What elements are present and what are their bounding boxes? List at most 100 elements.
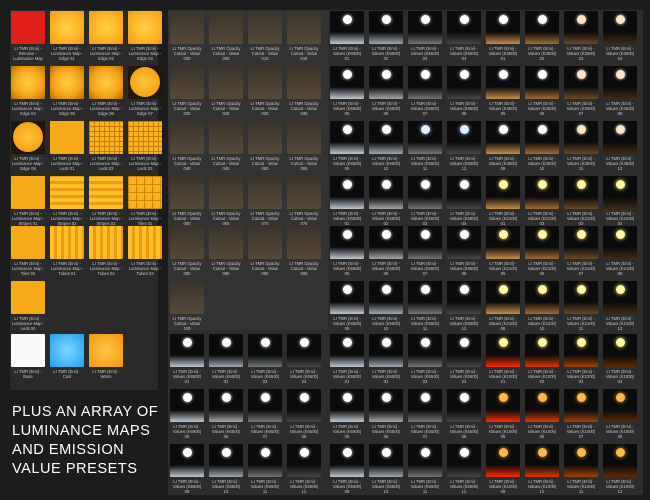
emission-value-preset[interactable]: LI TMR (Emi) - Values (K5500) 08 bbox=[447, 389, 481, 439]
emission-value-preset[interactable]: LI TMR (Emi) - Values (K6500) 05 bbox=[330, 66, 364, 116]
emission-value-preset[interactable]: LI TMR (Emi) - Values (K5500) 11 bbox=[408, 121, 442, 171]
emission-value-preset[interactable]: LI TMR (Emi) - Values (K5500) 05 bbox=[330, 226, 364, 276]
opacity-preset[interactable]: LI TMR Opacity Cutout - Value 095 bbox=[287, 226, 321, 276]
opacity-preset[interactable]: LI TMR Opacity Cutout - Value 045 bbox=[209, 121, 243, 171]
luminance-preset[interactable]: LI TMR (Emi) - Remove - Luminance Map bbox=[11, 11, 45, 61]
emission-value-preset[interactable]: LI TMR (Emi) - Values (K1000) 08 bbox=[603, 389, 637, 439]
emission-value-preset[interactable]: LI TMR (Emi) - Values (K2100) 08 bbox=[603, 226, 637, 276]
emission-value-preset[interactable]: LI TMR (Emi) - Values (K1000) 11 bbox=[564, 444, 598, 494]
emission-value-preset[interactable]: LI TMR (Emi) - Values (K5500) 12 bbox=[447, 121, 481, 171]
luminance-preset[interactable]: LI TMR (Emi) - Luminance Map - Edge 01 bbox=[50, 11, 84, 61]
luminance-preset[interactable]: LI TMR (Emi) - Luminance Map - Stripes 0… bbox=[50, 176, 84, 226]
emission-value-preset[interactable]: LI TMR (Emi) - Values (K5500) 09 bbox=[330, 281, 364, 331]
emission-value-preset[interactable]: LI TMR (Emi) - Values (K6500) 12 bbox=[287, 444, 321, 494]
emission-value-preset[interactable]: LI TMR (Emi) - Values (K2100) 06 bbox=[525, 226, 559, 276]
emission-value-preset[interactable]: LI TMR (Emi) - Values (K6500) 06 bbox=[209, 389, 243, 439]
emission-value-preset[interactable]: LI TMR (Emi) - Values (K5500) 01 bbox=[330, 176, 364, 226]
emission-value-preset[interactable]: LI TMR (Emi) - Values (K2100) 09 bbox=[486, 281, 520, 331]
emission-value-preset[interactable]: LI TMR (Emi) - Values (K5500) 02 bbox=[369, 176, 403, 226]
emission-value-preset[interactable]: LI TMR (Emi) - Values (K1000) 12 bbox=[603, 444, 637, 494]
opacity-preset[interactable]: LI TMR Opacity Cutout - Value 055 bbox=[287, 121, 321, 171]
emission-value-preset[interactable]: LI TMR (Emi) - Values (K1000) 02 bbox=[525, 334, 559, 384]
luminance-preset[interactable]: LI TMR (Emi) - Luminance Map - Leds 00 bbox=[11, 281, 45, 331]
emission-value-preset[interactable]: LI TMR (Emi) - Values (K3500) 10 bbox=[525, 121, 559, 171]
emission-value-preset[interactable]: LI TMR (Emi) - Values (K2100) 03 bbox=[564, 176, 598, 226]
emission-value-preset[interactable]: LI TMR (Emi) - Values (K1000) 05 bbox=[486, 389, 520, 439]
emission-value-preset[interactable]: LI TMR (Emi) - Values (K5500) 03 bbox=[408, 334, 442, 384]
emission-value-preset[interactable]: LI TMR (Emi) - Values (K3500) 06 bbox=[525, 66, 559, 116]
emission-value-preset[interactable]: LI TMR (Emi) - Values (K6500) 03 bbox=[248, 334, 282, 384]
emission-value-preset[interactable]: LI TMR (Emi) - Values (K3500) 07 bbox=[564, 66, 598, 116]
emission-value-preset[interactable]: LI TMR (Emi) - Values (K2100) 10 bbox=[525, 281, 559, 331]
opacity-preset[interactable]: LI TMR Opacity Cutout - Value 080 bbox=[170, 226, 204, 276]
opacity-preset[interactable]: LI TMR Opacity Cutout - Value 030 bbox=[248, 66, 282, 116]
emission-value-preset[interactable]: LI TMR (Emi) - Values (K3500) 11 bbox=[564, 121, 598, 171]
emission-value-preset[interactable]: LI TMR (Emi) - Values (K5500) 08 bbox=[447, 226, 481, 276]
emission-value-preset[interactable]: LI TMR (Emi) - Values (K6500) 02 bbox=[369, 11, 403, 61]
emission-value-preset[interactable]: LI TMR (Emi) - Values (K1000) 04 bbox=[603, 334, 637, 384]
emission-value-preset[interactable]: LI TMR (Emi) - Values (K1000) 06 bbox=[525, 389, 559, 439]
opacity-preset[interactable]: LI TMR Opacity Cutout - Value 050 bbox=[248, 121, 282, 171]
opacity-preset[interactable]: LI TMR Opacity Cutout - Value 020 bbox=[170, 66, 204, 116]
luminance-preset[interactable]: LI TMR (Emi) - Luminance Map - Leds 01 bbox=[50, 121, 84, 171]
emission-value-preset[interactable]: LI TMR (Emi) - Values (K2100) 01 bbox=[486, 176, 520, 226]
opacity-preset[interactable]: LI TMR Opacity Cutout - Value 065 bbox=[209, 176, 243, 226]
emission-value-preset[interactable]: LI TMR (Emi) - Values (K5500) 11 bbox=[408, 281, 442, 331]
emission-value-preset[interactable]: LI TMR (Emi) - Values (K1000) 09 bbox=[486, 444, 520, 494]
emission-value-preset[interactable]: LI TMR (Emi) - Values (K3500) 03 bbox=[564, 11, 598, 61]
opacity-preset[interactable]: LI TMR Opacity Cutout - Value 010 bbox=[248, 11, 282, 61]
emission-value-preset[interactable]: LI TMR (Emi) - Values (K1000) 07 bbox=[564, 389, 598, 439]
emission-value-preset[interactable]: LI TMR (Emi) - Values (K6500) 04 bbox=[287, 334, 321, 384]
opacity-preset[interactable]: LI TMR Opacity Cutout - Value 100 bbox=[170, 281, 204, 331]
emission-value-preset[interactable]: LI TMR (Emi) - Values (K6500) 01 bbox=[330, 11, 364, 61]
opacity-preset[interactable]: LI TMR Opacity Cutout - Value 025 bbox=[209, 66, 243, 116]
emission-value-preset[interactable]: LI TMR (Emi) - Values (K5500) 11 bbox=[408, 444, 442, 494]
emission-value-preset[interactable]: LI TMR (Emi) - Values (K2100) 05 bbox=[486, 226, 520, 276]
emission-value-preset[interactable]: LI TMR (Emi) - Values (K6500) 08 bbox=[287, 389, 321, 439]
opacity-preset[interactable]: LI TMR Opacity Cutout - Value 085 bbox=[209, 226, 243, 276]
emission-value-preset[interactable]: LI TMR (Emi) - Values (K3500) 01 bbox=[486, 11, 520, 61]
luminance-preset[interactable]: LI TMR (Emi) - Luminance Map - Edge 06 bbox=[89, 66, 123, 116]
luminance-preset[interactable]: LI TMR (Emi) - Luminance Map - Leds 03 bbox=[128, 121, 162, 171]
emission-value-preset[interactable]: LI TMR (Emi) - Values (K5500) 07 bbox=[408, 389, 442, 439]
emission-preset[interactable]: LI TMR (Emi) - Cool bbox=[50, 334, 84, 384]
luminance-preset[interactable]: LI TMR (Emi) - Luminance Map - Edge 02 bbox=[89, 11, 123, 61]
emission-preset[interactable]: LI TMR (Emi) - Warm bbox=[89, 334, 123, 384]
emission-value-preset[interactable]: LI TMR (Emi) - Values (K6500) 10 bbox=[369, 121, 403, 171]
luminance-preset[interactable]: LI TMR (Emi) - Luminance Map - Edge 03 bbox=[128, 11, 162, 61]
luminance-preset[interactable]: LI TMR (Emi) - Luminance Map - Edge 05 bbox=[50, 66, 84, 116]
emission-value-preset[interactable]: LI TMR (Emi) - Values (K5500) 03 bbox=[408, 176, 442, 226]
luminance-preset[interactable]: LI TMR (Emi) - Luminance Map - Tiles 01 bbox=[128, 176, 162, 226]
emission-value-preset[interactable]: LI TMR (Emi) - Values (K3500) 05 bbox=[486, 66, 520, 116]
luminance-preset[interactable]: LI TMR (Emi) - Luminance Map - Tiles 02 bbox=[11, 226, 45, 276]
emission-value-preset[interactable]: LI TMR (Emi) - Values (K2100) 07 bbox=[564, 226, 598, 276]
emission-value-preset[interactable]: LI TMR (Emi) - Values (K6500) 10 bbox=[209, 444, 243, 494]
emission-value-preset[interactable]: LI TMR (Emi) - Values (K3500) 12 bbox=[603, 121, 637, 171]
emission-value-preset[interactable]: LI TMR (Emi) - Values (K2100) 12 bbox=[603, 281, 637, 331]
opacity-preset[interactable]: LI TMR Opacity Cutout - Value 040 bbox=[170, 121, 204, 171]
emission-value-preset[interactable]: LI TMR (Emi) - Values (K1000) 01 bbox=[486, 334, 520, 384]
luminance-preset[interactable]: LI TMR (Emi) - Luminance Map - Tubes 01 bbox=[50, 226, 84, 276]
luminance-preset[interactable]: LI TMR (Emi) - Luminance Map - Edge 08 bbox=[11, 121, 45, 171]
emission-value-preset[interactable]: LI TMR (Emi) - Values (K6500) 07 bbox=[248, 389, 282, 439]
luminance-preset[interactable]: LI TMR (Emi) - Luminance Map - Edge 07 bbox=[128, 66, 162, 116]
emission-value-preset[interactable]: LI TMR (Emi) - Values (K1000) 03 bbox=[564, 334, 598, 384]
opacity-preset[interactable]: LI TMR Opacity Cutout - Value 090 bbox=[248, 226, 282, 276]
emission-value-preset[interactable]: LI TMR (Emi) - Values (K2100) 11 bbox=[564, 281, 598, 331]
emission-preset[interactable]: LI TMR (Emi) - Base bbox=[11, 334, 45, 384]
emission-value-preset[interactable]: LI TMR (Emi) - Values (K6500) 06 bbox=[369, 66, 403, 116]
emission-value-preset[interactable]: LI TMR (Emi) - Values (K5500) 05 bbox=[330, 389, 364, 439]
emission-value-preset[interactable]: LI TMR (Emi) - Values (K6500) 11 bbox=[248, 444, 282, 494]
emission-value-preset[interactable]: LI TMR (Emi) - Values (K6500) 05 bbox=[170, 389, 204, 439]
opacity-preset[interactable]: LI TMR Opacity Cutout - Value 005 bbox=[209, 11, 243, 61]
emission-value-preset[interactable]: LI TMR (Emi) - Values (K5500) 10 bbox=[369, 444, 403, 494]
emission-value-preset[interactable]: LI TMR (Emi) - Values (K2100) 04 bbox=[603, 176, 637, 226]
emission-value-preset[interactable]: LI TMR (Emi) - Values (K2100) 02 bbox=[525, 176, 559, 226]
emission-value-preset[interactable]: LI TMR (Emi) - Values (K5500) 10 bbox=[369, 281, 403, 331]
opacity-preset[interactable]: LI TMR Opacity Cutout - Value 075 bbox=[287, 176, 321, 226]
emission-value-preset[interactable]: LI TMR (Emi) - Values (K3500) 04 bbox=[603, 11, 637, 61]
emission-value-preset[interactable]: LI TMR (Emi) - Values (K5500) 08 bbox=[447, 66, 481, 116]
emission-value-preset[interactable]: LI TMR (Emi) - Values (K5500) 01 bbox=[330, 334, 364, 384]
emission-value-preset[interactable]: LI TMR (Emi) - Values (K5500) 04 bbox=[447, 176, 481, 226]
luminance-preset[interactable]: LI TMR (Emi) - Luminance Map - Tubes 03 bbox=[128, 226, 162, 276]
